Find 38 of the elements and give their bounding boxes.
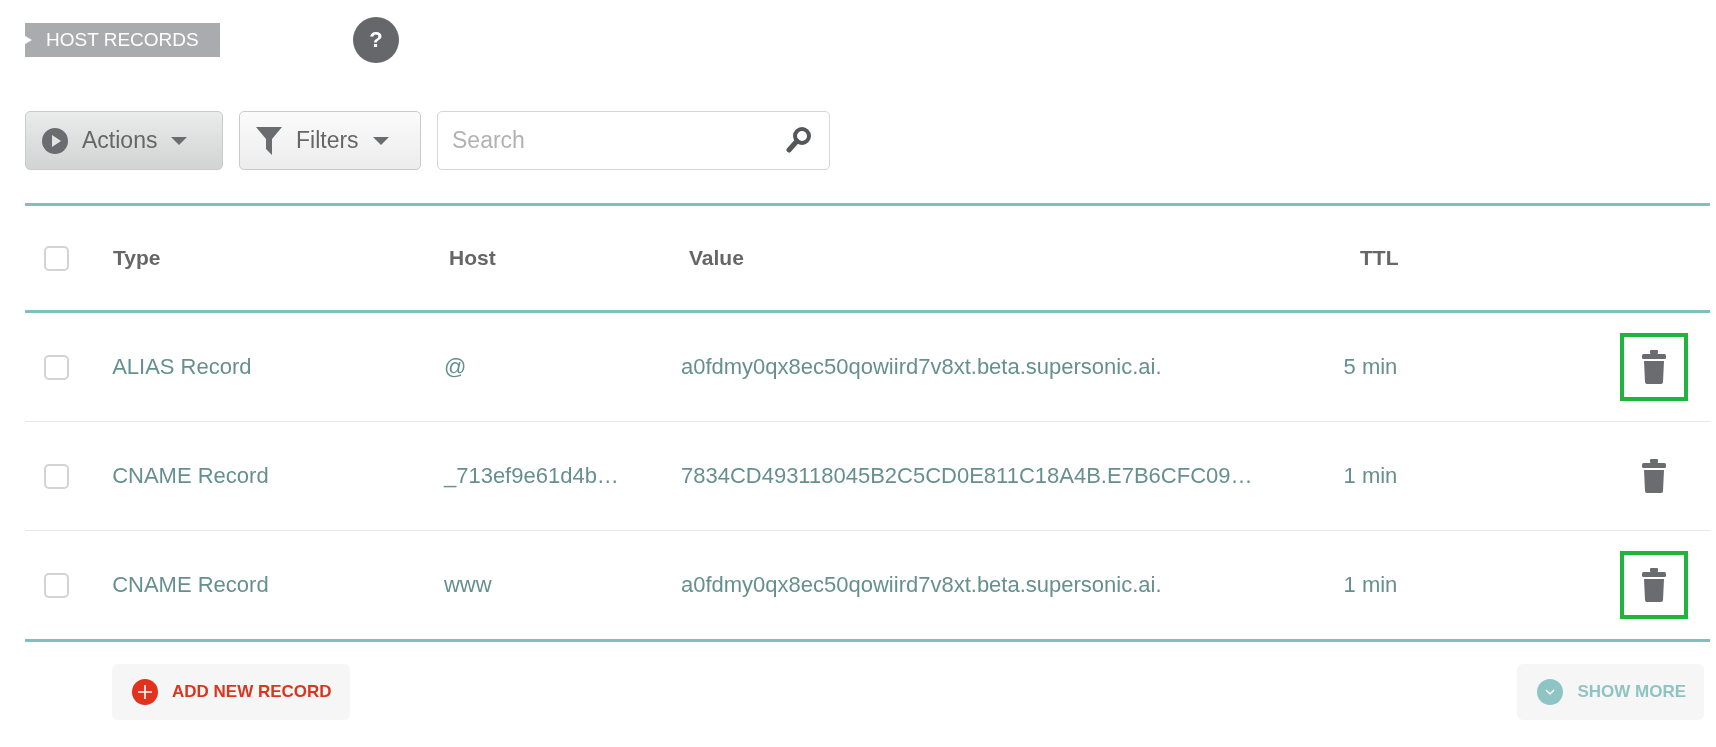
column-header: Type xyxy=(113,246,161,269)
table-cell: a0fdmy0qx8ec50qowiird7v8xt.beta.supersonic.ai. xyxy=(680,572,1162,597)
caret-icon xyxy=(372,135,389,146)
column-header: Host xyxy=(449,246,496,269)
delete-button[interactable] xyxy=(1620,551,1688,619)
search-icon[interactable] xyxy=(786,126,812,154)
trash-icon xyxy=(1642,459,1666,493)
table-cell: CNAME Record xyxy=(112,463,269,488)
trash-icon xyxy=(1642,350,1666,384)
add-record-button[interactable]: ADD NEW RECORD xyxy=(112,664,350,720)
column-header: TTL xyxy=(1360,246,1399,269)
row-checkbox[interactable] xyxy=(44,463,69,489)
caret-icon xyxy=(171,135,188,146)
table-cell: www xyxy=(443,572,492,597)
row-checkbox[interactable] xyxy=(44,354,69,380)
table-cell: CNAME Record xyxy=(112,572,269,597)
section-tag: HOST RECORDS xyxy=(25,23,220,57)
funnel-icon xyxy=(256,126,282,155)
trash-icon xyxy=(1642,568,1666,602)
filters-button[interactable]: Filters xyxy=(239,111,421,170)
search-field[interactable]: Search xyxy=(437,111,830,170)
table-cell: 7834CD493118045B2C5CD0E811C18A4B.E7B6CFC09… xyxy=(680,463,1253,488)
table-cell: 1 min xyxy=(1343,572,1398,597)
delete-button[interactable] xyxy=(1620,333,1688,401)
chevron-down-icon xyxy=(1537,679,1564,705)
table-cell: ALIAS Record xyxy=(112,354,252,379)
table-cell: a0fdmy0qx8ec50qowiird7v8xt.beta.supersonic.ai. xyxy=(680,354,1162,379)
select-all-checkbox[interactable] xyxy=(44,245,69,271)
table-cell: _713ef9e61d4b… xyxy=(443,463,619,488)
help-button[interactable]: ? xyxy=(353,17,399,63)
play-icon xyxy=(42,127,68,154)
column-header: Value xyxy=(689,246,744,269)
plus-icon xyxy=(132,679,158,705)
table-cell: 5 min xyxy=(1343,354,1398,379)
row-checkbox[interactable] xyxy=(44,572,69,598)
table-cell: @ xyxy=(443,354,467,379)
table-cell: 1 min xyxy=(1343,463,1398,488)
actions-button[interactable]: Actions xyxy=(25,111,223,170)
